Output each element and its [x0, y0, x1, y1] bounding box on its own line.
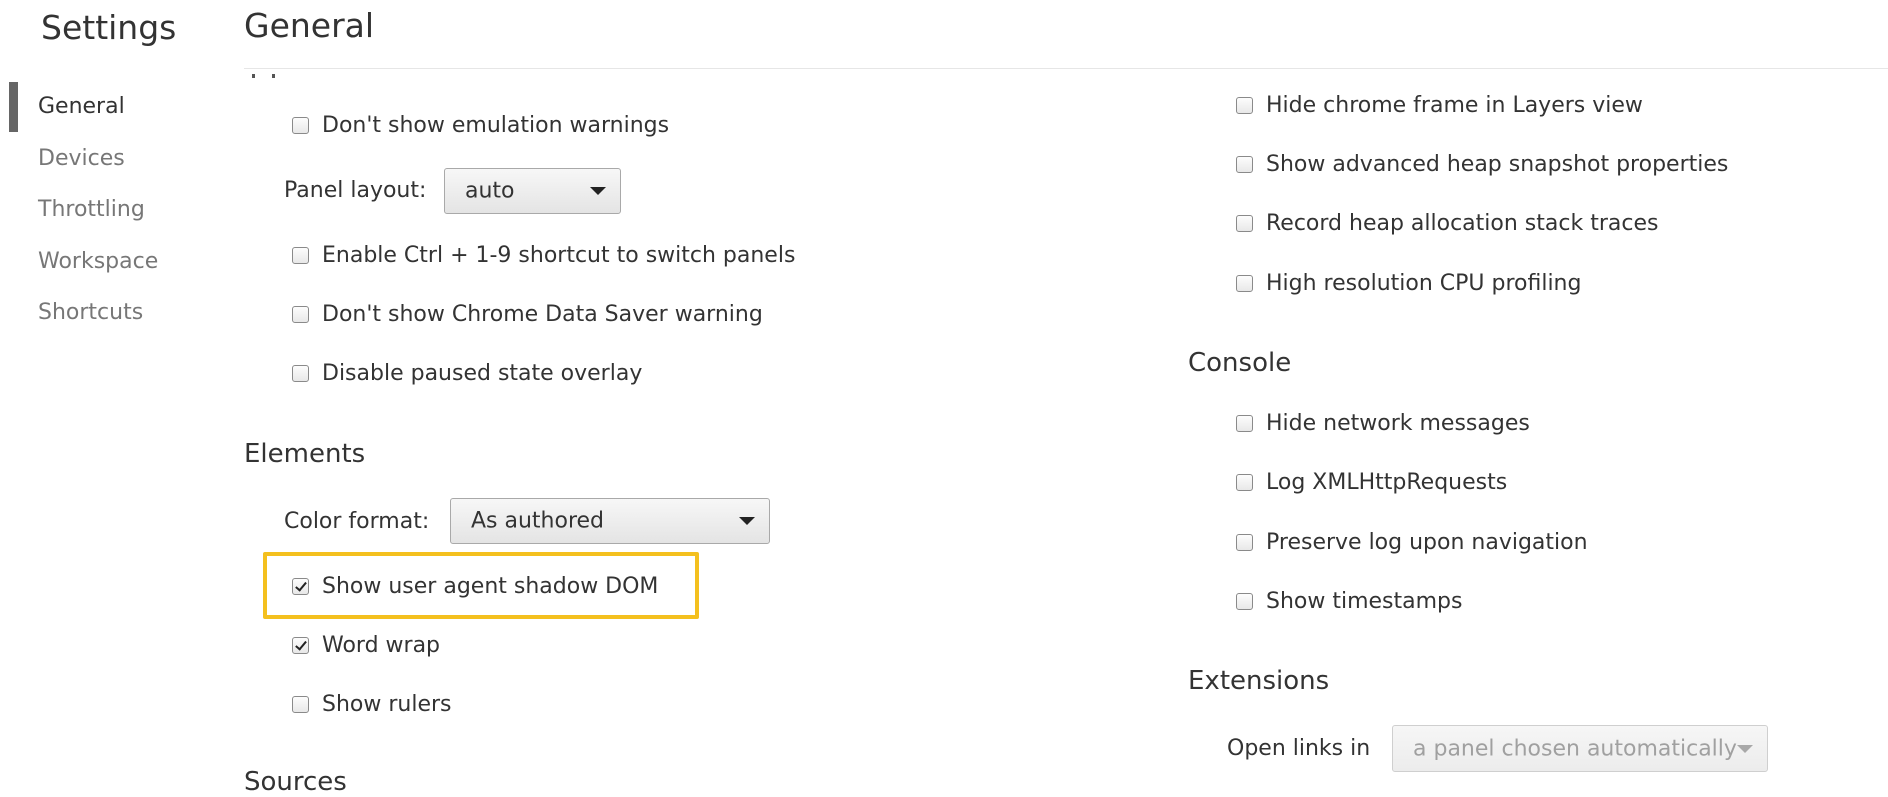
- dont-show-emulation-warnings-label: Don't show emulation warnings: [322, 113, 670, 138]
- preserve-log-row[interactable]: Preserve log upon navigation: [1236, 530, 1588, 555]
- chevron-down-icon: [739, 517, 755, 525]
- record-heap-traces-label: Record heap allocation stack traces: [1266, 211, 1659, 236]
- show-heap-props-label: Show advanced heap snapshot properties: [1266, 152, 1729, 177]
- dont-show-emulation-warnings-row[interactable]: Don't show emulation warnings: [292, 113, 669, 138]
- show-timestamps-label: Show timestamps: [1266, 589, 1463, 614]
- show-rulers-checkbox[interactable]: [292, 696, 309, 713]
- show-timestamps-checkbox[interactable]: [1236, 593, 1253, 610]
- dont-show-emulation-warnings-checkbox[interactable]: [292, 117, 309, 134]
- high-res-cpu-row[interactable]: High resolution CPU profiling: [1236, 271, 1581, 296]
- show-shadow-dom-row[interactable]: Show user agent shadow DOM: [292, 574, 658, 599]
- word-wrap-label: Word wrap: [322, 633, 441, 658]
- dont-show-data-saver-label: Don't show Chrome Data Saver warning: [322, 302, 763, 327]
- open-links-value: a panel chosen automatically: [1413, 736, 1737, 761]
- disable-paused-overlay-label: Disable paused state overlay: [322, 361, 643, 386]
- page-title: General: [244, 6, 375, 45]
- show-heap-props-row[interactable]: Show advanced heap snapshot properties: [1236, 152, 1728, 177]
- extensions-section-title: Extensions: [1188, 666, 1330, 696]
- hide-chrome-frame-label: Hide chrome frame in Layers view: [1266, 93, 1643, 118]
- show-heap-props-checkbox[interactable]: [1236, 156, 1253, 173]
- dont-show-data-saver-checkbox[interactable]: [292, 306, 309, 323]
- open-links-label: Open links in: [1227, 736, 1371, 761]
- settings-title: Settings: [41, 8, 177, 47]
- hide-network-checkbox[interactable]: [1236, 415, 1253, 432]
- sources-section-title: Sources: [244, 767, 347, 797]
- hide-network-row[interactable]: Hide network messages: [1236, 411, 1530, 436]
- log-xhr-row[interactable]: Log XMLHttpRequests: [1236, 470, 1507, 495]
- dont-show-data-saver-row[interactable]: Don't show Chrome Data Saver warning: [292, 302, 763, 327]
- log-xhr-label: Log XMLHttpRequests: [1266, 470, 1508, 495]
- preserve-log-checkbox[interactable]: [1236, 534, 1253, 551]
- header-divider: [244, 68, 1888, 69]
- show-shadow-dom-label: Show user agent shadow DOM: [322, 574, 659, 599]
- chevron-down-icon: [590, 187, 606, 195]
- hide-network-label: Hide network messages: [1266, 411, 1530, 436]
- sidebar-item-shortcuts[interactable]: Shortcuts: [38, 300, 143, 325]
- preserve-log-label: Preserve log upon navigation: [1266, 530, 1588, 555]
- panel-layout-select[interactable]: auto: [444, 168, 621, 214]
- settings-window: Settings General Devices Throttling Work…: [0, 0, 1888, 797]
- show-timestamps-row[interactable]: Show timestamps: [1236, 589, 1463, 614]
- color-format-label: Color format:: [284, 509, 430, 534]
- color-format-value: As authored: [471, 508, 605, 534]
- enable-ctrl-shortcut-checkbox[interactable]: [292, 247, 309, 264]
- sidebar-item-devices[interactable]: Devices: [38, 146, 125, 171]
- record-heap-traces-row[interactable]: Record heap allocation stack traces: [1236, 211, 1658, 236]
- high-res-cpu-checkbox[interactable]: [1236, 275, 1253, 292]
- word-wrap-checkbox[interactable]: [292, 637, 309, 654]
- chevron-down-icon: [1737, 744, 1753, 753]
- high-res-cpu-label: High resolution CPU profiling: [1266, 271, 1582, 296]
- disable-paused-overlay-checkbox[interactable]: [292, 365, 309, 382]
- hide-chrome-frame-row[interactable]: Hide chrome frame in Layers view: [1236, 93, 1643, 118]
- panel-layout-value: auto: [465, 178, 515, 204]
- sidebar-item-general[interactable]: General: [38, 94, 125, 119]
- disable-paused-overlay-row[interactable]: Disable paused state overlay: [292, 361, 642, 386]
- show-rulers-row[interactable]: Show rulers: [292, 692, 452, 717]
- record-heap-traces-checkbox[interactable]: [1236, 215, 1253, 232]
- word-wrap-row[interactable]: Word wrap: [292, 633, 440, 658]
- panel-layout-label: Panel layout:: [284, 178, 427, 203]
- show-shadow-dom-checkbox[interactable]: [292, 578, 309, 595]
- enable-ctrl-shortcut-label: Enable Ctrl + 1-9 shortcut to switch pan…: [322, 243, 796, 268]
- sidebar-item-workspace[interactable]: Workspace: [38, 249, 158, 274]
- show-rulers-label: Show rulers: [322, 692, 452, 717]
- color-format-select[interactable]: As authored: [450, 498, 770, 544]
- open-links-select[interactable]: a panel chosen automatically: [1392, 725, 1768, 772]
- hide-chrome-frame-checkbox[interactable]: [1236, 97, 1253, 114]
- scrolled-text-fragment: [250, 72, 280, 78]
- elements-section-title: Elements: [244, 439, 366, 469]
- enable-ctrl-shortcut-row[interactable]: Enable Ctrl + 1-9 shortcut to switch pan…: [292, 243, 795, 268]
- log-xhr-checkbox[interactable]: [1236, 474, 1253, 491]
- console-section-title: Console: [1188, 348, 1292, 378]
- sidebar-item-throttling[interactable]: Throttling: [38, 197, 145, 222]
- active-nav-indicator: [9, 82, 18, 132]
